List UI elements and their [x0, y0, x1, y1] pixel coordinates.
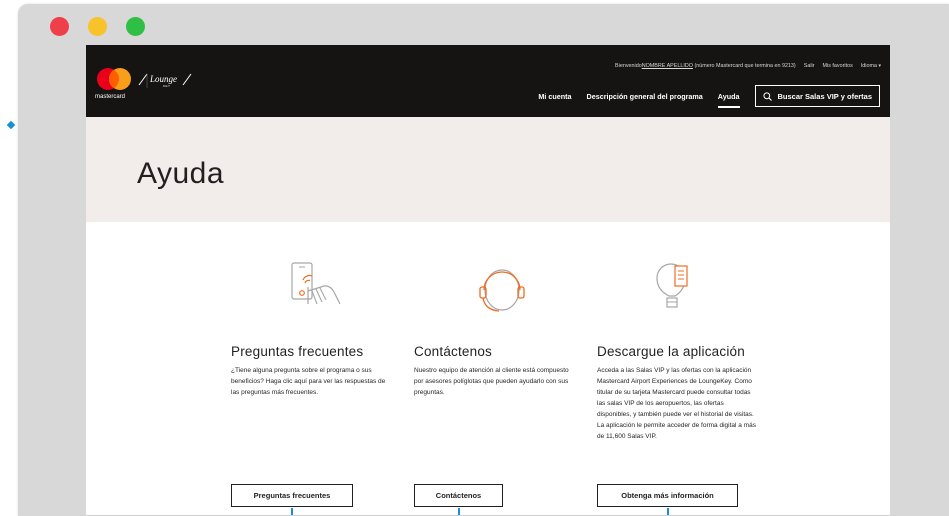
welcome-text: BienvenidoNOMBRE APELLIDO (número Master… — [615, 63, 796, 69]
language-menu[interactable]: Idioma ▾ — [861, 63, 881, 69]
hero-banner: Ayuda — [86, 117, 890, 222]
lightbulb-icon — [656, 263, 688, 308]
contact-description: Nuestro equipo de atención al cliente es… — [414, 367, 569, 396]
app-title: Descargue la aplicación — [597, 344, 745, 359]
search-lounges-button[interactable]: Buscar Salas VIP y ofertas — [754, 85, 880, 107]
faq-description: ¿Tiene alguna pregunta sobre el programa… — [231, 367, 386, 396]
search-icon — [762, 91, 772, 101]
favorites-link[interactable]: Mis favoritos — [823, 63, 853, 69]
card-info-text: (número Mastercard que termina en 9213) — [694, 63, 796, 69]
nav-my-account[interactable]: Mi cuenta — [538, 88, 571, 105]
close-window-dot[interactable] — [50, 17, 69, 36]
contact-button[interactable]: Contáctenos — [414, 484, 503, 507]
language-label: Idioma — [860, 63, 877, 69]
user-name-link[interactable]: NOMBRE APELLIDO — [642, 63, 693, 69]
contact-section: Contáctenos Nuestro equipo de atención a… — [414, 260, 574, 398]
caret-down-icon: ▾ — [878, 63, 881, 69]
browser-window: mastercard Lounge KEY BienvenidoNOMBRE A… — [18, 4, 949, 516]
main-nav: Mi cuenta Descripción general del progra… — [538, 85, 880, 108]
loungekey-wordmark: Lounge — [150, 74, 177, 84]
nav-program-overview[interactable]: Descripción general del programa — [587, 88, 703, 105]
side-pointer — [6, 120, 16, 130]
page-title: Ayuda — [137, 157, 225, 190]
faq-section: Preguntas frecuentes ¿Tiene alguna pregu… — [231, 260, 391, 398]
nav-help[interactable]: Ayuda — [717, 88, 740, 108]
mastercard-logo-icon[interactable] — [96, 64, 132, 94]
minimize-window-dot[interactable] — [88, 17, 107, 36]
welcome-label: Bienvenido — [615, 63, 642, 69]
app-download-section: Descargue la aplicación Acceda a las Sal… — [597, 260, 757, 442]
phone-touch-icon — [291, 262, 341, 305]
utility-links: BienvenidoNOMBRE APELLIDO (número Master… — [615, 63, 881, 69]
contact-title: Contáctenos — [414, 344, 492, 359]
headset-agent-icon — [479, 269, 525, 312]
faq-button[interactable]: Preguntas frecuentes — [231, 484, 353, 507]
maximize-window-dot[interactable] — [126, 17, 145, 36]
web-page: mastercard Lounge KEY BienvenidoNOMBRE A… — [86, 45, 890, 516]
faq-title: Preguntas frecuentes — [231, 344, 364, 359]
logout-link[interactable]: Salir — [804, 63, 815, 69]
site-header: mastercard Lounge KEY BienvenidoNOMBRE A… — [86, 45, 890, 117]
app-description: Acceda a las Salas VIP y las ofertas con… — [597, 367, 756, 440]
loungekey-logo[interactable]: Lounge KEY — [137, 69, 197, 96]
window-controls — [50, 17, 145, 36]
mastercard-wordmark: mastercard — [95, 94, 126, 100]
loungekey-sub: KEY — [163, 84, 171, 88]
more-info-button[interactable]: Obtenga más información — [597, 484, 738, 507]
search-button-label: Buscar Salas VIP y ofertas — [777, 91, 873, 101]
